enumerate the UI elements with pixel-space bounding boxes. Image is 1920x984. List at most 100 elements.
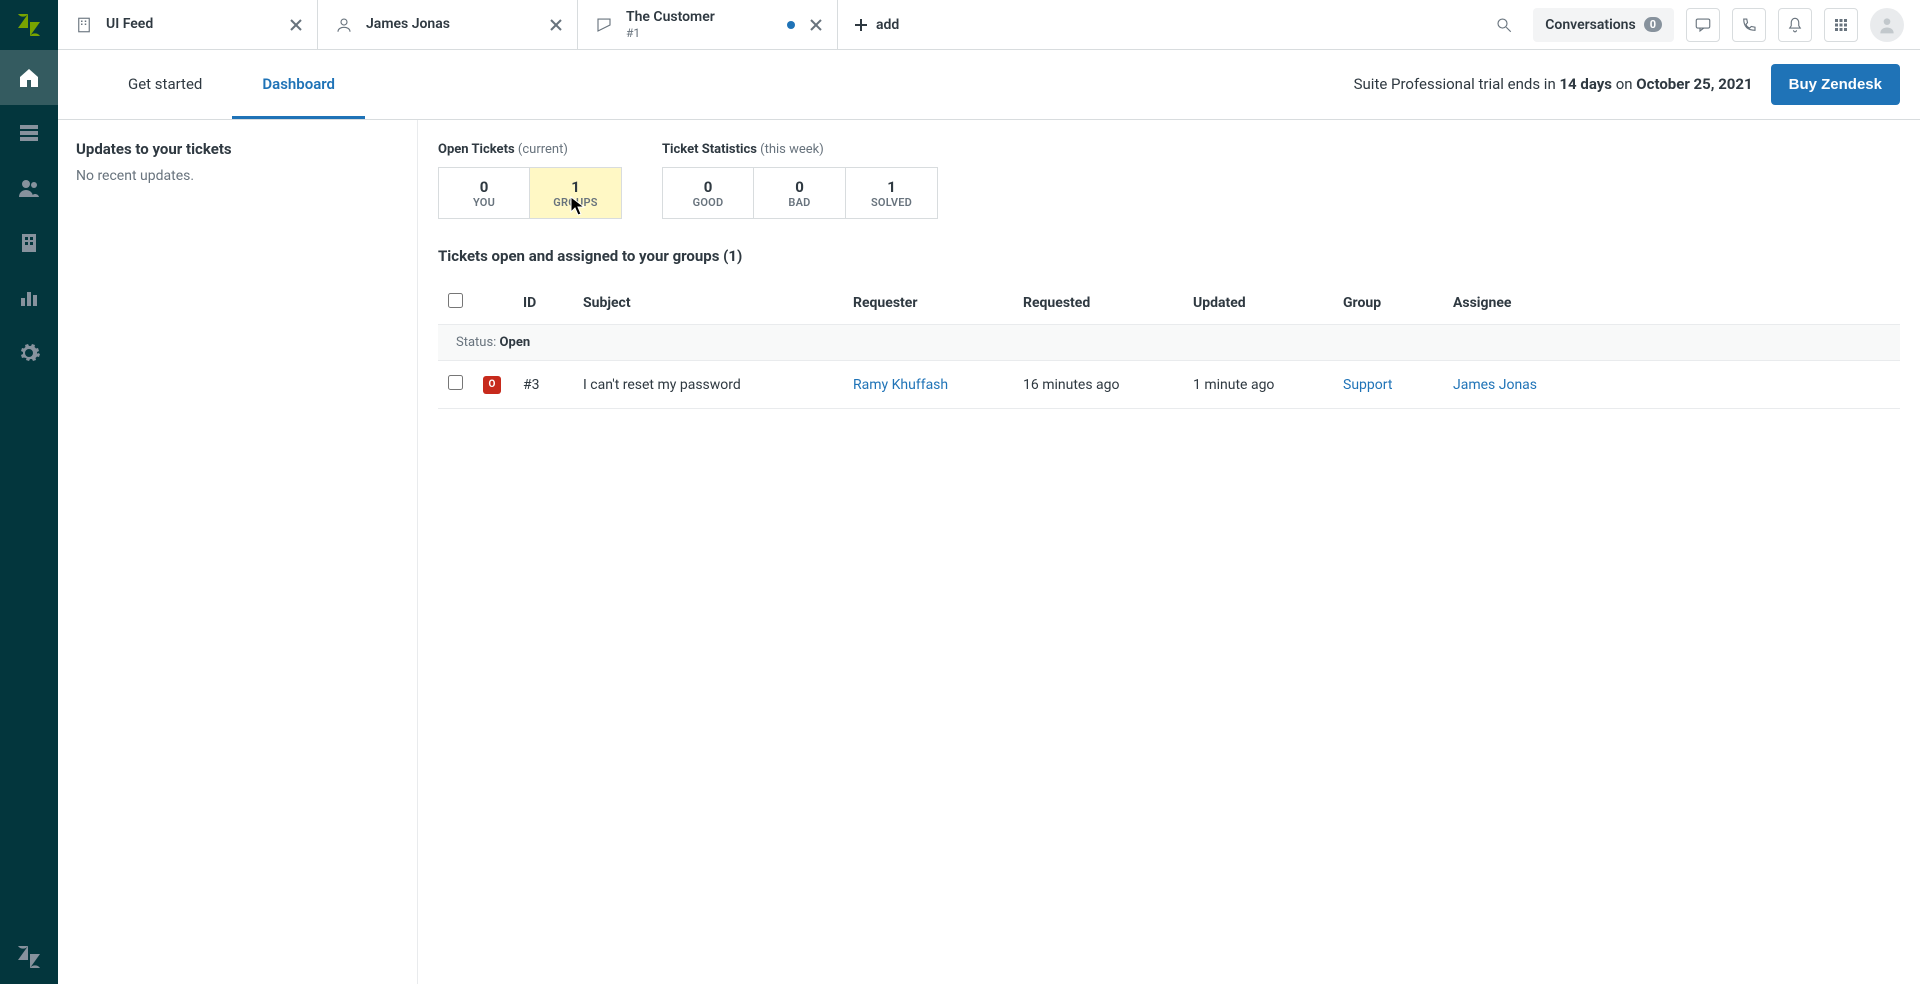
avatar[interactable] (1870, 8, 1904, 42)
tab-title: The Customer (626, 9, 715, 26)
cell-id: #3 (513, 361, 573, 409)
close-icon[interactable] (287, 16, 305, 34)
unsaved-indicator (787, 21, 795, 29)
tab-subtitle: #1 (626, 26, 715, 40)
tab-title: James Jonas (366, 16, 450, 33)
close-icon[interactable] (807, 16, 825, 34)
stat-row: Open Tickets (current) 0 YOU 1 GROUPS (438, 142, 1900, 219)
tab-dashboard[interactable]: Dashboard (232, 49, 365, 119)
stat-lbl: YOU (473, 196, 495, 209)
updates-panel: Updates to your tickets No recent update… (58, 120, 418, 984)
add-tab-button[interactable]: add (838, 0, 915, 49)
col-requester[interactable]: Requester (843, 281, 1013, 325)
banner-row: Get started Dashboard Suite Professional… (58, 50, 1920, 120)
tab-title: UI Feed (106, 16, 153, 33)
nav-home[interactable] (0, 50, 58, 105)
search-icon (1495, 16, 1513, 34)
open-tickets-label: Open Tickets (438, 142, 515, 157)
stat-good[interactable]: 0 GOOD (662, 167, 754, 219)
col-group[interactable]: Group (1333, 281, 1443, 325)
table-header-row: ID Subject Requester Requested Updated G… (438, 281, 1900, 325)
nav-views[interactable] (0, 105, 58, 160)
plus-icon (854, 18, 868, 32)
conversations-button[interactable]: Conversations 0 (1533, 8, 1674, 42)
status-label: Status: (456, 335, 500, 350)
col-requested[interactable]: Requested (1013, 281, 1183, 325)
gear-icon (17, 341, 41, 365)
apps-button[interactable] (1824, 8, 1858, 42)
stat-lbl: GROUPS (553, 196, 597, 209)
stat-solved[interactable]: 1 SOLVED (846, 167, 938, 219)
trial-mid: on (1612, 75, 1636, 93)
list-icon (17, 121, 41, 145)
trial-prefix: Suite Professional trial ends in (1354, 75, 1560, 93)
stat-bad[interactable]: 0 BAD (754, 167, 846, 219)
banner-tabs: Get started Dashboard (98, 49, 365, 119)
stat-groups[interactable]: 1 GROUPS (530, 167, 622, 219)
conversations-badge: 0 (1644, 17, 1662, 32)
stat-num: 0 (480, 178, 489, 196)
stat-num: 0 (704, 178, 713, 196)
chat-button[interactable] (1686, 8, 1720, 42)
buy-zendesk-button[interactable]: Buy Zendesk (1771, 64, 1900, 105)
tab-the-customer[interactable]: The Customer #1 (578, 0, 838, 49)
zendesk-logo[interactable] (0, 0, 58, 50)
chat-icon (1694, 16, 1712, 34)
table-row[interactable]: O #3 I can't reset my password Ramy Khuf… (438, 361, 1900, 409)
conversations-label: Conversations (1545, 17, 1635, 33)
nav-reporting[interactable] (0, 270, 58, 325)
user-icon (334, 15, 354, 35)
col-id[interactable]: ID (513, 281, 573, 325)
search-button[interactable] (1487, 8, 1521, 42)
trial-text: Suite Professional trial ends in 14 days… (1354, 75, 1753, 93)
users-icon (17, 176, 41, 200)
status-badge: O (483, 376, 501, 394)
open-tickets-group: Open Tickets (current) 0 YOU 1 GROUPS (438, 142, 622, 219)
cell-assignee[interactable]: James Jonas (1453, 377, 1537, 393)
bar-chart-icon (17, 286, 41, 310)
add-label: add (876, 17, 899, 33)
nav-customers[interactable] (0, 160, 58, 215)
cell-requester[interactable]: Ramy Khuffash (853, 377, 948, 393)
section-title: Tickets open and assigned to your groups… (438, 247, 1900, 265)
stat-lbl: GOOD (693, 196, 724, 209)
col-subject[interactable]: Subject (573, 281, 843, 325)
cell-requested: 16 minutes ago (1013, 361, 1183, 409)
nav-admin[interactable] (0, 325, 58, 380)
nav-organizations[interactable] (0, 215, 58, 270)
building-icon (74, 15, 94, 35)
updates-heading: Updates to your tickets (76, 140, 399, 158)
trial-date: October 25, 2021 (1636, 75, 1752, 93)
banner-right: Suite Professional trial ends in 14 days… (1354, 49, 1900, 119)
stat-you[interactable]: 0 YOU (438, 167, 530, 219)
status-value: Open (500, 335, 531, 350)
tab-get-started[interactable]: Get started (98, 49, 232, 119)
tickets-table: ID Subject Requester Requested Updated G… (438, 281, 1900, 409)
user-icon (1877, 15, 1897, 35)
nav-rail (0, 0, 58, 984)
row-checkbox[interactable] (448, 375, 463, 390)
notifications-button[interactable] (1778, 8, 1812, 42)
tabs-right: Conversations 0 (1487, 0, 1920, 49)
tab-james-jonas[interactable]: James Jonas (318, 0, 578, 49)
close-icon[interactable] (547, 16, 565, 34)
col-updated[interactable]: Updated (1183, 281, 1333, 325)
zendesk-mark[interactable] (0, 929, 58, 984)
tab-ui-feed[interactable]: UI Feed (58, 0, 318, 49)
zendesk-z-icon (16, 944, 42, 970)
cell-updated: 1 minute ago (1183, 361, 1333, 409)
select-all-checkbox[interactable] (448, 293, 463, 308)
stat-lbl: SOLVED (871, 196, 912, 209)
phone-icon (1740, 16, 1758, 34)
building-icon (17, 231, 41, 255)
stat-num: 1 (571, 178, 580, 196)
stat-num: 0 (795, 178, 804, 196)
status-row: Status: Open (438, 325, 1900, 361)
col-assignee[interactable]: Assignee (1443, 281, 1900, 325)
phone-button[interactable] (1732, 8, 1766, 42)
home-icon (17, 66, 41, 90)
cell-group[interactable]: Support (1343, 377, 1392, 393)
ticket-stats-sublabel: (this week) (760, 142, 824, 157)
stat-lbl: BAD (788, 196, 810, 209)
open-tickets-sublabel: (current) (518, 142, 568, 157)
